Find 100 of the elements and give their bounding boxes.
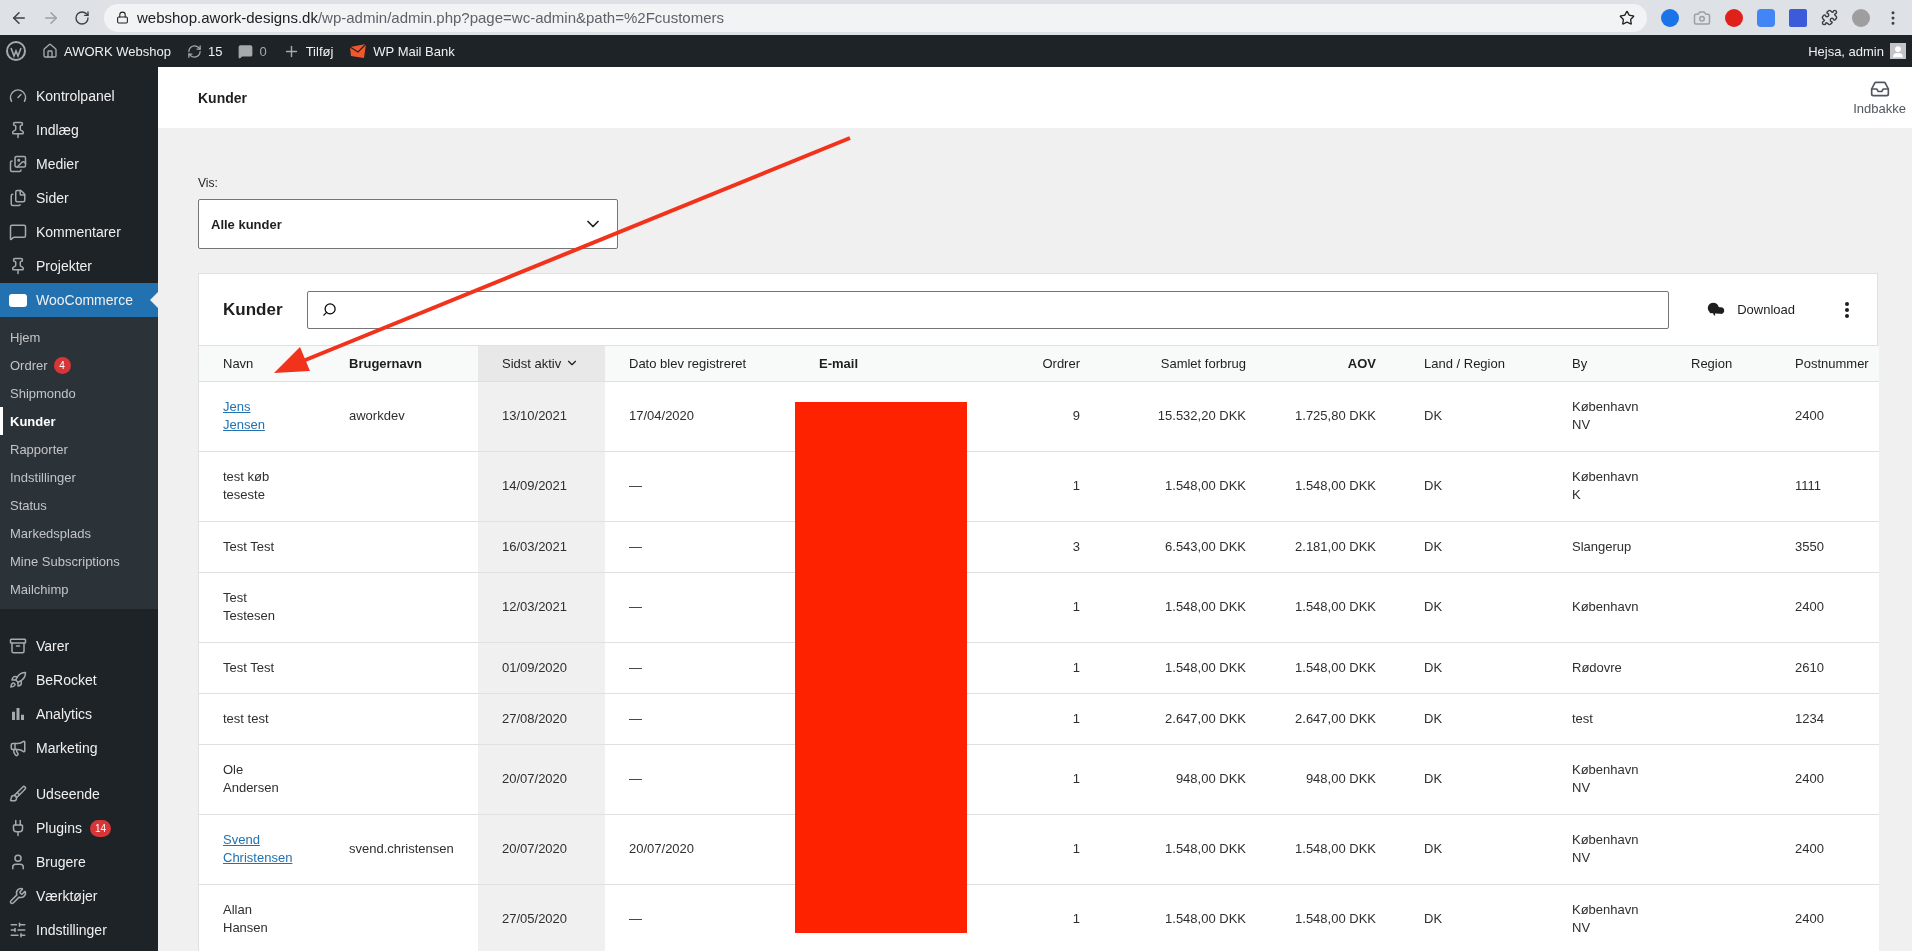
table-cell: — — [605, 451, 795, 521]
submenu-item[interactable]: Hjem — [0, 323, 158, 351]
submenu-item[interactable]: Ordrer 4 — [0, 351, 158, 379]
more-icon — [1845, 301, 1849, 318]
new-link[interactable]: Tilføj — [282, 42, 334, 60]
table-cell: Test Test — [199, 521, 325, 572]
column-header[interactable]: AOV — [1270, 346, 1400, 381]
count-badge: 4 — [53, 356, 71, 374]
submenu-item[interactable]: Status — [0, 491, 158, 519]
reload-icon[interactable] — [74, 9, 90, 26]
lock-icon — [116, 11, 129, 24]
table-cell: DK — [1400, 381, 1548, 451]
table-cell: 17/04/2020 — [605, 381, 795, 451]
star-icon[interactable] — [1619, 9, 1635, 26]
table-cell: 1.548,00 DKK — [1104, 572, 1270, 642]
sidebar-item[interactable]: Udseende — [0, 777, 158, 811]
table-cell: — — [605, 572, 795, 642]
table-cell: København NV — [1548, 814, 1667, 884]
column-header[interactable]: Region — [1667, 346, 1771, 381]
sidebar-item[interactable]: Medier — [0, 147, 158, 181]
table-cell: 27/05/2020 — [478, 884, 605, 951]
table-cell: Rødovre — [1548, 642, 1667, 693]
table-cell: 1 — [976, 693, 1104, 744]
table-cell: 2400 — [1771, 744, 1879, 814]
table-cell: 20/07/2020 — [478, 814, 605, 884]
submenu-item[interactable]: Shipmondo — [0, 379, 158, 407]
user-icon — [1891, 45, 1905, 59]
submenu-item[interactable]: Markedsplads — [0, 519, 158, 547]
sidebar-item[interactable]: Analytics — [0, 697, 158, 731]
submenu-item[interactable]: Mine Subscriptions — [0, 547, 158, 575]
puzzle-icon[interactable] — [1821, 9, 1838, 26]
sidebar-item[interactable]: WooCommerce — [0, 283, 158, 317]
sidebar-item[interactable]: Varer — [0, 629, 158, 663]
sidebar-item[interactable]: Kontrolpanel — [0, 79, 158, 113]
filter-select[interactable]: Alle kunder — [198, 199, 618, 249]
column-header[interactable]: Sidst aktiv — [478, 346, 605, 381]
submenu-item[interactable]: Mailchimp — [0, 575, 158, 603]
sidebar-item[interactable]: Projekter — [0, 249, 158, 283]
sidebar-item[interactable]: BeRocket — [0, 663, 158, 697]
inbox-icon — [1869, 79, 1890, 99]
page-title: Kunder — [198, 89, 248, 106]
sidebar-item[interactable]: Marketing — [0, 731, 158, 765]
inbox-button[interactable]: Indbakke — [1847, 79, 1912, 116]
table-cell: 2400 — [1771, 572, 1879, 642]
table-cell: København — [1548, 572, 1667, 642]
table-cell: 3 — [976, 521, 1104, 572]
sidebar-item[interactable]: Plugins 14 — [0, 811, 158, 845]
updates-link[interactable]: 15 — [186, 43, 223, 59]
column-header[interactable]: E-mail — [795, 346, 976, 381]
download-button[interactable]: Download — [1699, 292, 1801, 327]
table-cell: 3550 — [1771, 521, 1879, 572]
customer-link[interactable]: Svend Christensen — [223, 831, 294, 867]
sidebar-item[interactable]: Brugere — [0, 845, 158, 879]
table-cell: 1 — [976, 572, 1104, 642]
extension-icon[interactable] — [1725, 8, 1743, 27]
table-cell: 948,00 DKK — [1104, 744, 1270, 814]
table-cell: 6.543,00 DKK — [1104, 521, 1270, 572]
extension-icon[interactable] — [1789, 8, 1807, 27]
sidebar-item[interactable]: Værktøjer — [0, 879, 158, 913]
plugin-link[interactable]: WP Mail Bank — [349, 43, 455, 59]
submenu-item[interactable]: Rapporter — [0, 435, 158, 463]
submenu-item[interactable]: Kunder — [0, 407, 158, 435]
site-link[interactable]: AWORK Webshop — [42, 43, 171, 59]
table-cell: svend.christensen — [325, 814, 478, 884]
column-header[interactable]: By — [1548, 346, 1667, 381]
search-field[interactable] — [306, 290, 1670, 329]
table-cell: DK — [1400, 451, 1548, 521]
column-header[interactable]: Brugernavn — [325, 346, 478, 381]
woo-icon — [9, 293, 27, 307]
table-cell: København NV — [1548, 381, 1667, 451]
table-cell: 2400 — [1771, 381, 1879, 451]
customer-link[interactable]: Jens Jensen — [223, 398, 294, 434]
comment-icon — [238, 43, 254, 59]
account-link[interactable]: Hejsa, admin — [1808, 43, 1906, 59]
sidebar-item[interactable]: Indstillinger — [0, 913, 158, 947]
table-cell: 948,00 DKK — [1270, 744, 1400, 814]
table-cell: test køb teseste — [199, 451, 325, 521]
extension-icon[interactable] — [1757, 8, 1775, 27]
table-cell: test — [1548, 693, 1667, 744]
sidebar-item[interactable]: Sider — [0, 181, 158, 215]
column-header[interactable]: Postnummer — [1771, 346, 1879, 381]
table-cell: 1.548,00 DKK — [1270, 572, 1400, 642]
column-header[interactable]: Dato blev registreret — [605, 346, 795, 381]
column-header[interactable]: Land / Region — [1400, 346, 1548, 381]
table-cell: — — [605, 521, 795, 572]
comments-link[interactable]: 0 — [238, 43, 267, 59]
table-cell: 2.647,00 DKK — [1270, 693, 1400, 744]
logo-icon[interactable] — [6, 41, 26, 61]
column-header[interactable]: Samlet forbrug — [1104, 346, 1270, 381]
column-header[interactable]: Ordrer — [976, 346, 1104, 381]
address-bar[interactable]: webshop.awork-designs.dk/wp-admin/admin.php?page=wc-admin&path=%2Fcustomers — [104, 3, 1647, 32]
table-cell: 13/10/2021 — [478, 381, 605, 451]
table-cell: 1 — [976, 451, 1104, 521]
submenu-item[interactable]: Indstillinger — [0, 463, 158, 491]
extension-icon[interactable] — [1661, 8, 1679, 27]
table-cell: 1 — [976, 744, 1104, 814]
table-cell: DK — [1400, 572, 1548, 642]
sidebar-item[interactable]: Kommentarer — [0, 215, 158, 249]
card-title: Kunder — [223, 299, 283, 320]
sidebar-item[interactable]: Indlæg — [0, 113, 158, 147]
